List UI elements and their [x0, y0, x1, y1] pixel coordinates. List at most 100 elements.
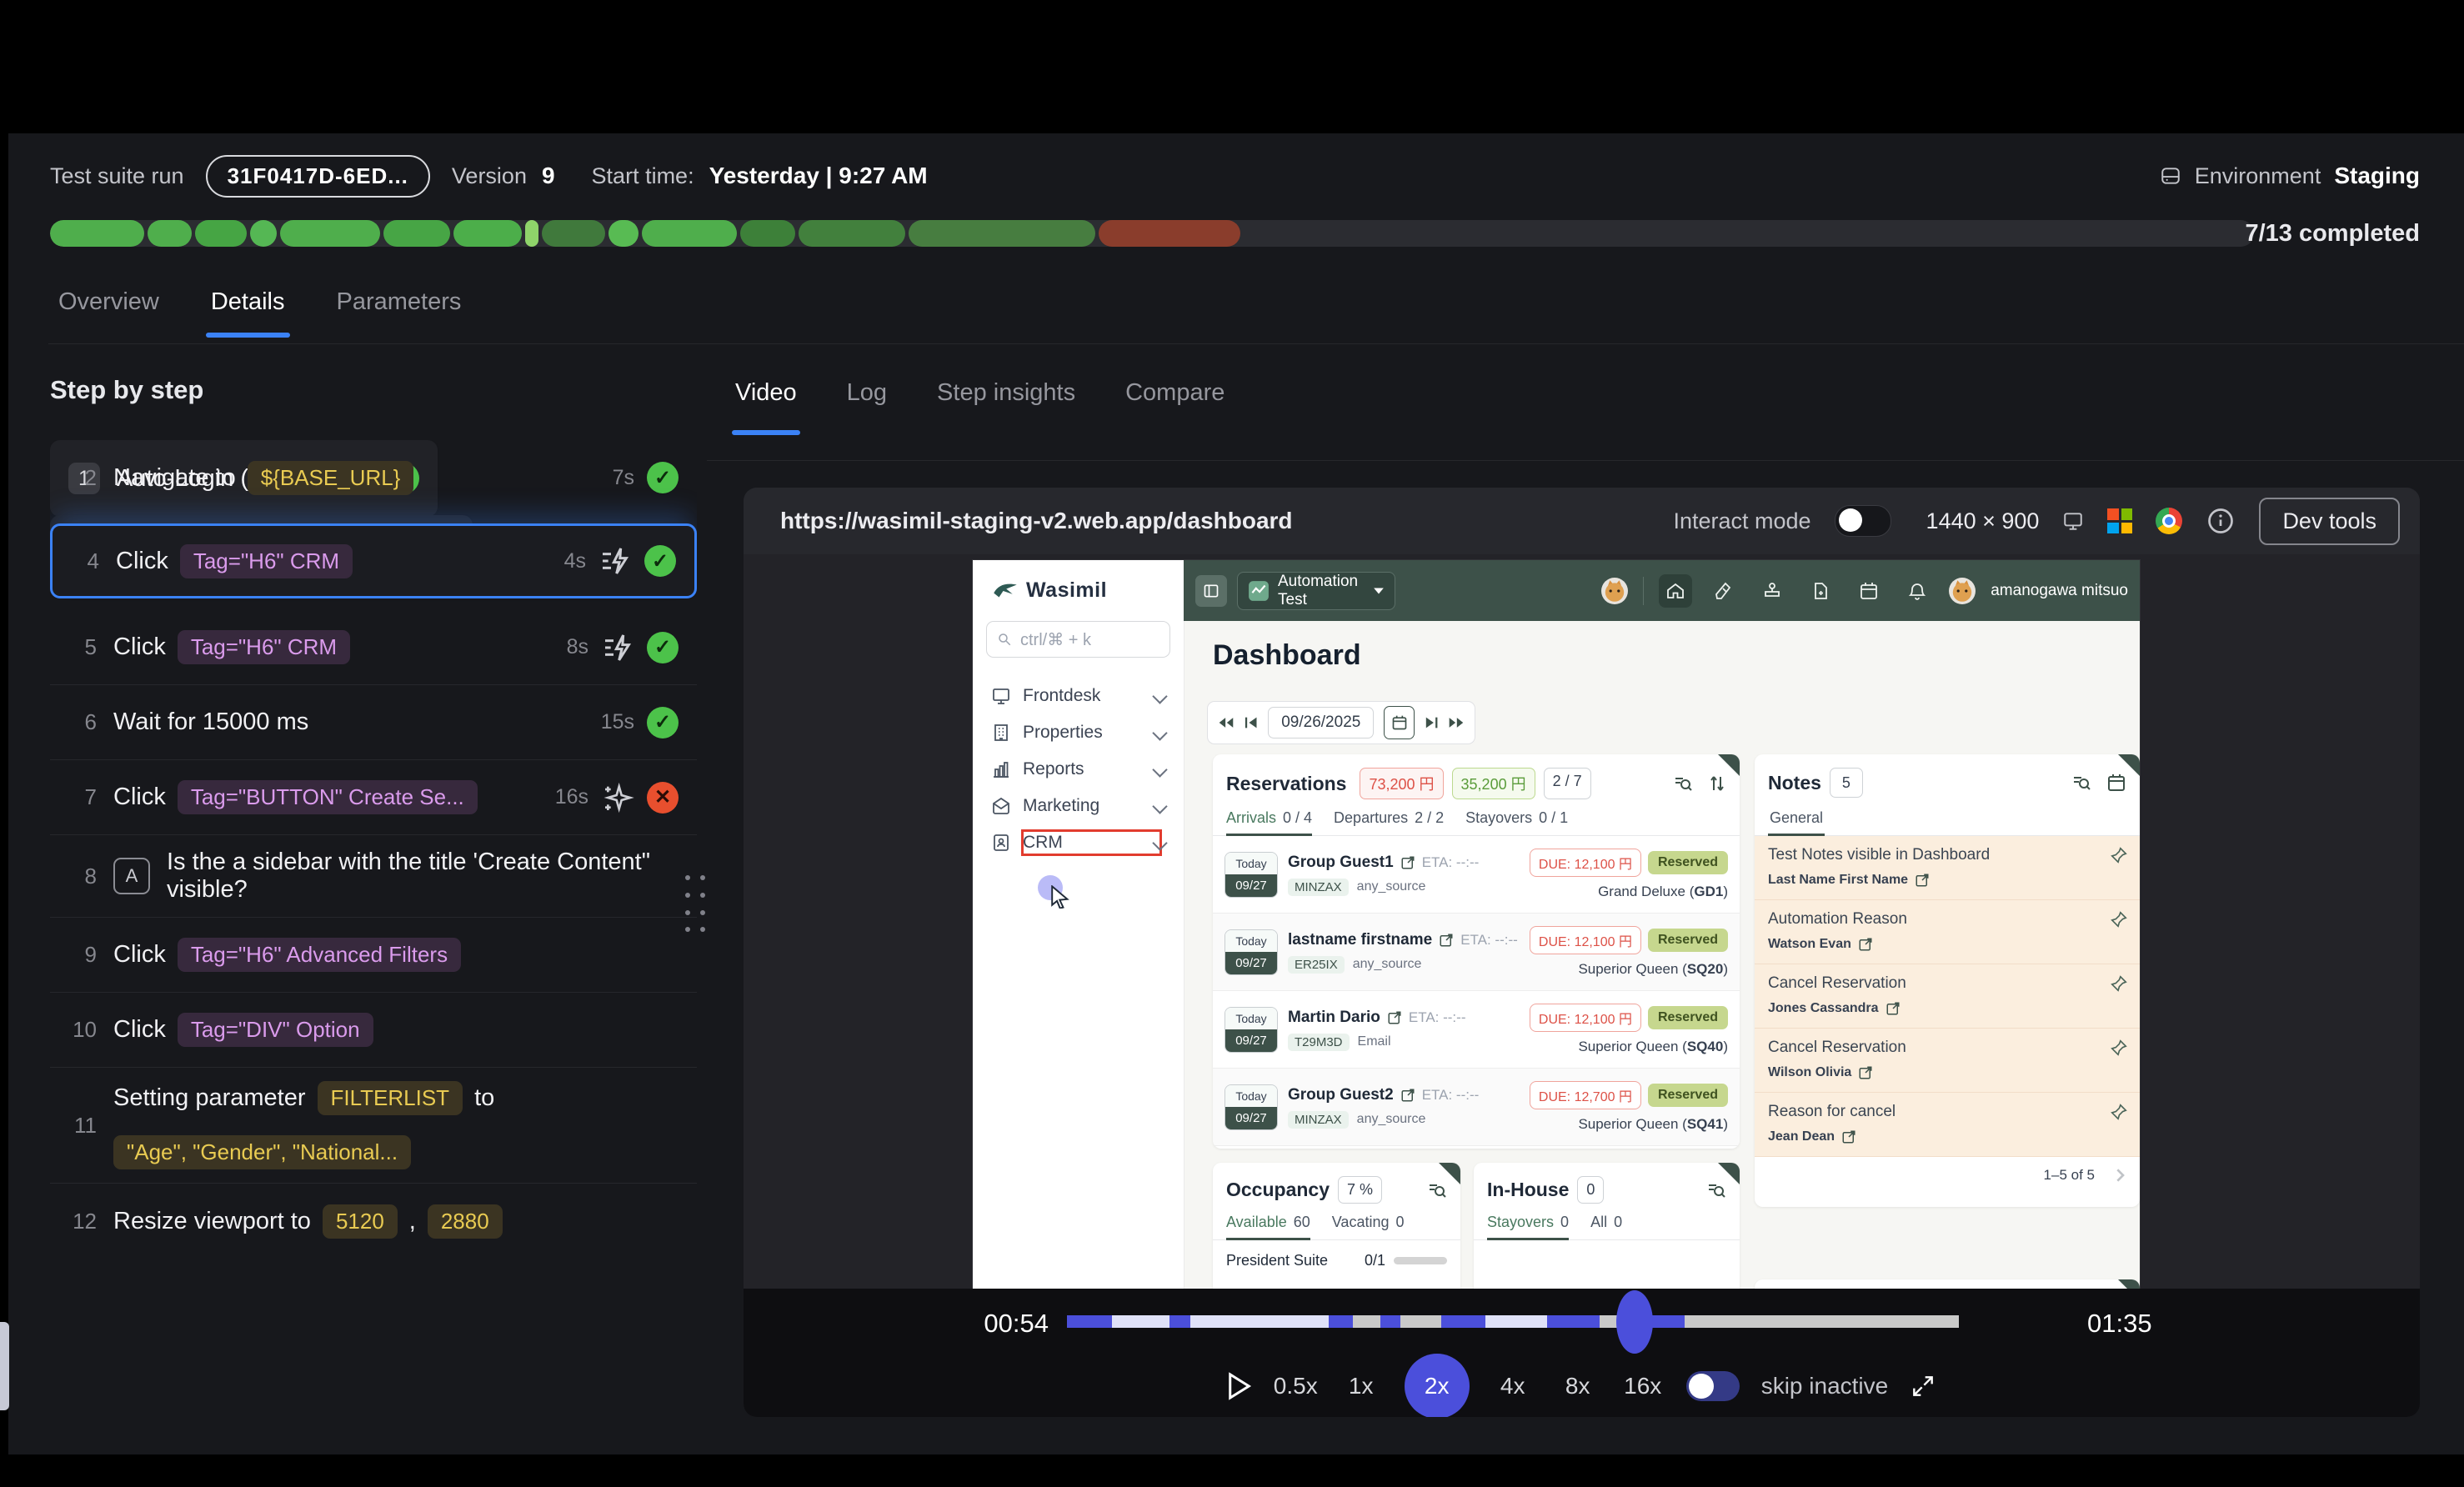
playhead[interactable]: [1616, 1290, 1653, 1354]
reservation-row[interactable]: Today09/27Martin DarioETA: --:--T29M3DEm…: [1213, 991, 1740, 1069]
pin-icon[interactable]: [2110, 846, 2128, 864]
app-search-input[interactable]: ctrl/⌘ + k: [986, 621, 1170, 658]
viewer-tab-step-insights[interactable]: Step insights: [937, 379, 1075, 435]
viewer-tab-video[interactable]: Video: [735, 379, 797, 435]
page-scrollbar-thumb[interactable]: [0, 1322, 9, 1410]
note-item[interactable]: Cancel ReservationJones Cassandra: [1755, 964, 2140, 1029]
tab-overview[interactable]: Overview: [58, 288, 159, 338]
chrome-icon[interactable]: [2156, 508, 2182, 534]
pin-icon[interactable]: [2110, 1103, 2128, 1121]
play-icon[interactable]: [1227, 1372, 1252, 1400]
external-link-icon[interactable]: [1400, 855, 1415, 870]
external-link-icon[interactable]: [1387, 1010, 1402, 1025]
reservations-tab-stayovers[interactable]: Stayovers0 / 1: [1465, 809, 1568, 835]
step-param-chip[interactable]: Tag="BUTTON" Create Se...: [178, 780, 478, 814]
occupancy-tab-available[interactable]: Available60: [1226, 1214, 1310, 1239]
sidebar-toggle-button[interactable]: [1195, 575, 1227, 607]
speed-0.5x[interactable]: 0.5x: [1274, 1373, 1318, 1399]
step-item-2[interactable]: 2Navigate to${BASE_URL}7s✓: [50, 440, 697, 515]
fast-forward-icon[interactable]: [1448, 716, 1465, 729]
note-item[interactable]: Reason for cancelJean Dean: [1755, 1093, 2140, 1157]
step-item-4[interactable]: 4ClickTag="H6" CRM4s✓: [50, 523, 697, 598]
viewer-tab-compare[interactable]: Compare: [1125, 379, 1224, 435]
step-param-chip[interactable]: Tag="H6" Advanced Filters: [178, 938, 461, 972]
speed-1x[interactable]: 1x: [1340, 1373, 1383, 1399]
interact-mode-toggle[interactable]: [1835, 505, 1891, 537]
info-icon[interactable]: [2206, 506, 2236, 536]
dev-tools-button[interactable]: Dev tools: [2259, 498, 2400, 545]
video-timeline[interactable]: [1067, 1315, 1959, 1328]
note-item[interactable]: Automation ReasonWatson Evan: [1755, 900, 2140, 964]
step-item-6[interactable]: 6Wait for 15000 ms15s✓: [50, 685, 697, 760]
prev-day-icon[interactable]: [1245, 716, 1258, 729]
sidebar-item-crm[interactable]: CRM: [973, 824, 1184, 861]
external-link-icon[interactable]: [1841, 1129, 1856, 1144]
next-day-icon[interactable]: [1425, 716, 1438, 729]
step-item-10[interactable]: 10ClickTag="DIV" Option: [50, 993, 697, 1068]
home-icon[interactable]: [1659, 574, 1692, 608]
step-item-12[interactable]: 12Resize viewport to5120,2880: [50, 1184, 697, 1259]
sidebar-item-marketing[interactable]: Marketing: [973, 788, 1184, 824]
reservation-row[interactable]: Today09/27Group Guest2ETA: --:--MINZAXan…: [1213, 1069, 1740, 1146]
calendar-icon[interactable]: [1852, 574, 1886, 608]
step-param-chip[interactable]: Tag="H6" CRM: [178, 630, 350, 664]
calendar-button[interactable]: [1384, 706, 1414, 739]
run-id-pill[interactable]: 31F0417D-6ED...: [206, 155, 430, 198]
reservations-tab-arrivals[interactable]: Arrivals0 / 4: [1226, 809, 1312, 835]
step-param-chip[interactable]: Tag="H6" CRM: [180, 544, 353, 578]
external-link-icon[interactable]: [1915, 873, 1930, 888]
speed-8x[interactable]: 8x: [1556, 1373, 1600, 1399]
sidebar-item-properties[interactable]: Properties: [973, 714, 1184, 751]
pin-icon[interactable]: [2110, 974, 2128, 993]
step-item-5[interactable]: 5ClickTag="H6" CRM8s✓: [50, 610, 697, 685]
skip-inactive-toggle[interactable]: [1686, 1371, 1740, 1401]
sidebar-item-reports[interactable]: Reports: [973, 751, 1184, 788]
occupancy-tab-vacating[interactable]: Vacating0: [1332, 1214, 1405, 1239]
reservation-row[interactable]: Today09/27lastname firstnameETA: --:--ER…: [1213, 914, 1740, 991]
speed-4x[interactable]: 4x: [1491, 1373, 1535, 1399]
external-link-icon[interactable]: [1439, 933, 1454, 948]
display-icon[interactable]: [2062, 510, 2084, 532]
step-item-8[interactable]: 8AIs the a sidebar with the title 'Creat…: [50, 835, 697, 918]
step-param-chip[interactable]: 5120: [323, 1204, 398, 1239]
external-link-icon[interactable]: [1400, 1088, 1415, 1103]
external-link-icon[interactable]: [1858, 937, 1873, 952]
sidebar-item-frontdesk[interactable]: Frontdesk: [973, 678, 1184, 714]
reservations-tab-departures[interactable]: Departures2 / 2: [1334, 809, 1444, 835]
step-param-chip[interactable]: Tag="DIV" Option: [178, 1013, 373, 1047]
inhouse-tab-all[interactable]: All0: [1590, 1214, 1622, 1239]
step-item-9[interactable]: 9ClickTag="H6" Advanced Filters: [50, 918, 697, 993]
user-avatar[interactable]: [1601, 578, 1628, 604]
external-link-icon[interactable]: [1858, 1065, 1873, 1080]
fast-rewind-icon[interactable]: [1218, 716, 1235, 729]
viewer-tab-log[interactable]: Log: [847, 379, 887, 435]
fullscreen-icon[interactable]: [1910, 1373, 1936, 1399]
tab-details[interactable]: Details: [211, 288, 285, 338]
filter-search-icon[interactable]: [2071, 773, 2091, 793]
video-frame[interactable]: Wasimil ctrl/⌘ + k FrontdeskPropertiesRe…: [744, 554, 2420, 1289]
inhouse-tab-stayovers[interactable]: Stayovers0: [1487, 1214, 1569, 1239]
note-item[interactable]: Test Notes visible in DashboardLast Name…: [1755, 836, 2140, 900]
filter-search-icon[interactable]: [1673, 774, 1693, 794]
notifications-icon[interactable]: [1901, 574, 1934, 608]
step-param-chip[interactable]: 2880: [428, 1204, 503, 1239]
speed-2x[interactable]: 2x: [1405, 1354, 1470, 1417]
sort-icon[interactable]: [1708, 774, 1726, 794]
pin-icon[interactable]: [2110, 910, 2128, 929]
pin-icon[interactable]: [2110, 1039, 2128, 1057]
new-document-icon[interactable]: [1804, 574, 1837, 608]
chevron-right-icon[interactable]: [2113, 1169, 2126, 1182]
reservation-row[interactable]: Today09/27Group Guest1ETA: --:--MINZAXan…: [1213, 836, 1740, 914]
speed-16x[interactable]: 16x: [1621, 1373, 1665, 1399]
tab-parameters[interactable]: Parameters: [337, 288, 462, 338]
step-param-chip[interactable]: FILTERLIST: [318, 1081, 463, 1115]
housekeeping-icon[interactable]: [1707, 574, 1740, 608]
date-input[interactable]: 09/26/2025: [1268, 707, 1374, 738]
step-param-chip[interactable]: "Age", "Gender", "National...: [113, 1135, 411, 1169]
windows-icon[interactable]: [2107, 508, 2132, 533]
workspace-select[interactable]: Automation Test: [1237, 572, 1395, 610]
notes-tab-general[interactable]: General: [1768, 804, 1825, 835]
user-avatar[interactable]: [1949, 578, 1976, 604]
step-param-chip[interactable]: ${BASE_URL}: [248, 461, 414, 495]
panel-resize-handle[interactable]: [685, 875, 707, 937]
